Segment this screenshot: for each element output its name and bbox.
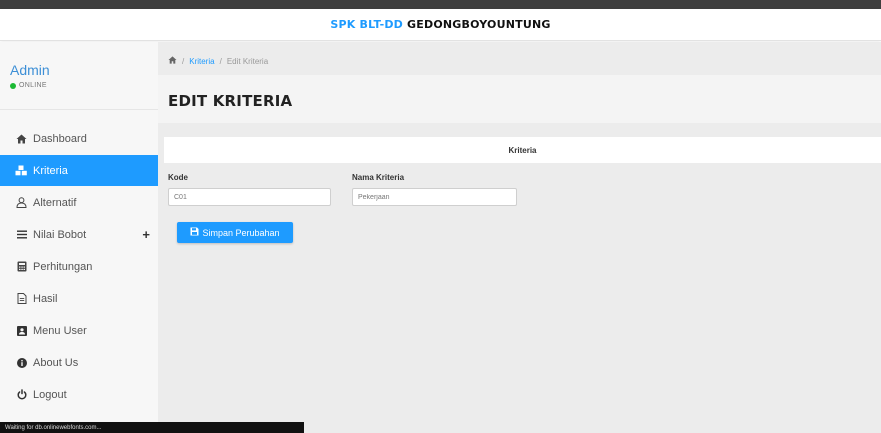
kode-label: Kode — [168, 173, 188, 182]
nama-kriteria-field[interactable] — [352, 188, 517, 206]
top-border — [0, 0, 881, 9]
nama-kriteria-label: Nama Kriteria — [352, 173, 405, 182]
user-name: Admin — [10, 62, 50, 78]
sidebar-item-dashboard[interactable]: Dashboard — [0, 123, 158, 154]
kode-field[interactable] — [168, 188, 331, 206]
sidebar-item-about-us[interactable]: About Us — [0, 347, 158, 378]
bars-icon — [15, 229, 28, 241]
breadcrumb-kriteria-link[interactable]: Kriteria — [189, 57, 214, 66]
app-title: SPK BLT-DD GEDONGBOYOUNTUNG — [330, 18, 551, 31]
panel-header: Kriteria — [164, 137, 881, 163]
floppy-disk-icon — [190, 227, 199, 238]
breadcrumb-current: Edit Kriteria — [226, 56, 269, 66]
sidebar-item-logout[interactable]: Logout — [0, 379, 158, 410]
online-dot-icon — [10, 82, 16, 89]
kriteria-form-panel: Kriteria Kode Nama Kriteria Simpan Perub… — [164, 137, 881, 243]
sidebar: Admin ONLINE Dashboard Kriteria Alternat… — [0, 42, 158, 433]
user-icon — [15, 197, 28, 209]
page-header: EDIT KRITERIA — [158, 75, 881, 123]
browser-status-bar: Waiting for db.onlinewebfonts.com... — [0, 422, 304, 433]
save-changes-button[interactable]: Simpan Perubahan — [177, 222, 293, 243]
calculator-icon — [15, 261, 28, 273]
home-icon — [15, 133, 28, 145]
file-icon — [15, 293, 28, 305]
page-title: EDIT KRITERIA — [168, 92, 293, 110]
power-icon — [15, 389, 28, 401]
sidebar-item-hasil[interactable]: Hasil — [0, 283, 158, 314]
user-panel: Admin ONLINE — [0, 42, 158, 110]
breadcrumb-separator: / — [182, 56, 185, 66]
user-square-icon — [15, 325, 28, 337]
user-status: ONLINE — [10, 82, 47, 89]
breadcrumb-separator: / — [219, 56, 222, 66]
sidebar-item-nilai-bobot[interactable]: Nilai Bobot + — [0, 219, 158, 250]
cubes-icon — [15, 165, 28, 177]
sidebar-item-kriteria[interactable]: Kriteria — [0, 155, 158, 186]
info-icon — [15, 357, 28, 369]
main-content: / Kriteria / Edit Kriteria EDIT KRITERIA… — [158, 42, 881, 433]
sidebar-item-alternatif[interactable]: Alternatif — [0, 187, 158, 218]
sidebar-item-menu-user[interactable]: Menu User — [0, 315, 158, 346]
expand-plus-icon[interactable]: + — [142, 227, 150, 242]
top-navbar: SPK BLT-DD GEDONGBOYOUNTUNG — [0, 9, 881, 41]
home-icon[interactable] — [168, 56, 177, 66]
breadcrumb: / Kriteria / Edit Kriteria — [168, 56, 268, 66]
sidebar-item-perhitungan[interactable]: Perhitungan — [0, 251, 158, 282]
